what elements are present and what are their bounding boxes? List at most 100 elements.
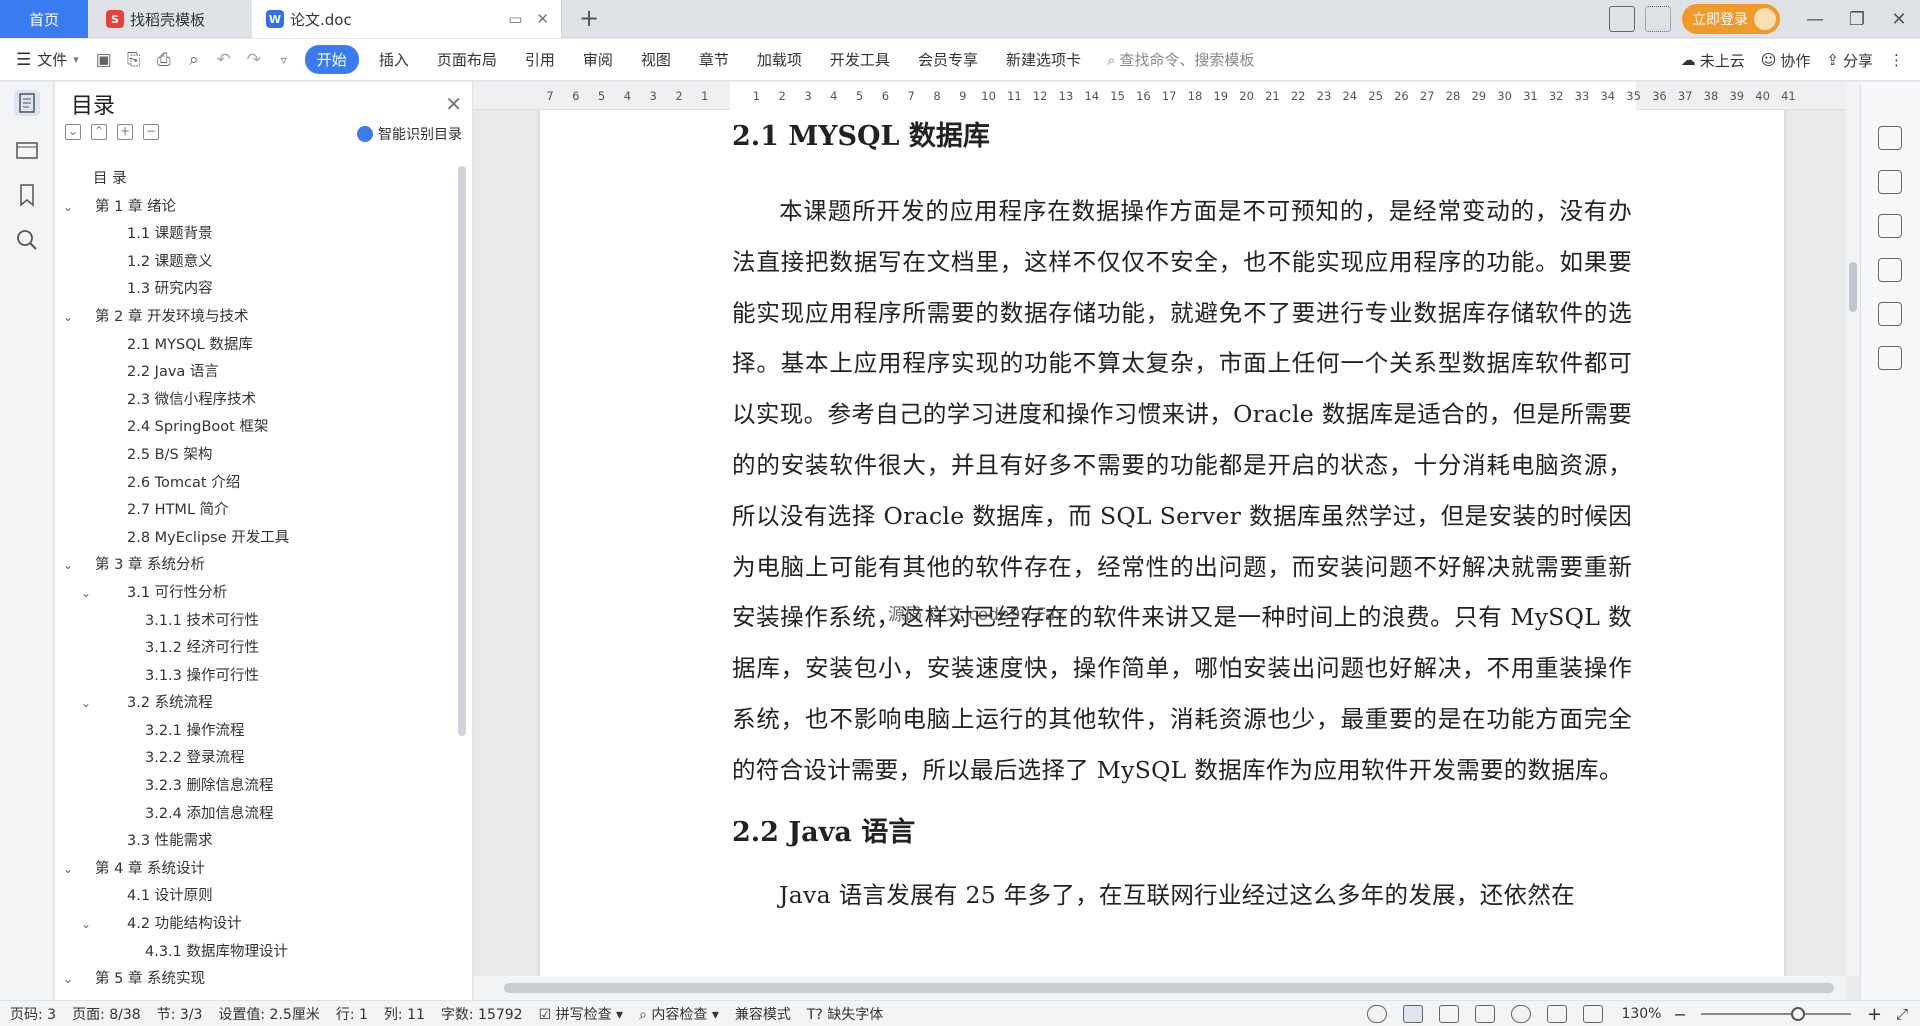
- expand-caret-icon[interactable]: ⌄: [61, 194, 75, 222]
- add-heading-icon[interactable]: +: [117, 124, 133, 140]
- toc-item[interactable]: 1.2 课题意义: [55, 249, 447, 277]
- expand-caret-icon[interactable]: ⌄: [61, 856, 75, 884]
- ribbon-tab-references[interactable]: 引用: [511, 49, 569, 70]
- tab-template[interactable]: S 找稻壳模板: [88, 0, 251, 38]
- toc-item[interactable]: 目 录: [55, 166, 447, 194]
- toc-item[interactable]: 3.1.3 操作可行性: [55, 663, 447, 691]
- toc-item[interactable]: 4.1 设计原则: [55, 883, 447, 911]
- print-icon[interactable]: ⎙: [153, 49, 175, 71]
- toc-nav-icon[interactable]: [14, 90, 40, 116]
- close-window-icon[interactable]: ✕: [1878, 0, 1920, 38]
- toc-item[interactable]: ⌄ 第 1 章 绪论: [55, 194, 447, 222]
- fit-page-icon[interactable]: [1583, 1005, 1604, 1023]
- zoom-in-icon[interactable]: +: [1867, 1004, 1882, 1025]
- toc-item[interactable]: ⌄ 第 4 章 系统设计: [55, 856, 447, 884]
- bookmark-icon[interactable]: [14, 182, 40, 208]
- ribbon-tab-review[interactable]: 审阅: [569, 49, 627, 70]
- content-check-button[interactable]: ⌕ 内容检查 ▾: [639, 1004, 719, 1024]
- ribbon-tab-start[interactable]: 开始: [304, 45, 359, 74]
- ribbon-tab-developer[interactable]: 开发工具: [816, 49, 904, 70]
- toc-item[interactable]: ⌄ 第 5 章 系统实现: [55, 966, 447, 994]
- close-tab-icon[interactable]: ✕: [536, 10, 549, 28]
- print-preview-icon[interactable]: ⌕: [183, 49, 205, 71]
- share-button[interactable]: ⇪ 分享: [1826, 50, 1873, 71]
- collapse-all-icon[interactable]: ⌄: [65, 124, 81, 140]
- toc-item[interactable]: 2.5 B/S 架构: [55, 442, 447, 470]
- eye-protection-icon[interactable]: [1367, 1005, 1388, 1023]
- page-content[interactable]: 2.1 MYSQL 数据库 本课题所开发的应用程序在数据操作方面是不可预知的，是…: [732, 110, 1632, 920]
- document-area[interactable]: 2.1 MYSQL 数据库 本课题所开发的应用程序在数据操作方面是不可预知的，是…: [474, 110, 1846, 976]
- reader-icon[interactable]: [1878, 346, 1902, 370]
- toc-item[interactable]: 1.1 课题背景: [55, 221, 447, 249]
- layout-icon[interactable]: [1609, 6, 1635, 32]
- restore-icon[interactable]: ❐: [1836, 0, 1878, 38]
- document-page[interactable]: 2.1 MYSQL 数据库 本课题所开发的应用程序在数据操作方面是不可预知的，是…: [540, 110, 1784, 976]
- redo-icon[interactable]: ↷: [243, 49, 265, 71]
- page-view-icon[interactable]: [1403, 1005, 1424, 1023]
- fullscreen-icon[interactable]: ⤢: [1896, 1005, 1908, 1023]
- zoom-slider-knob[interactable]: [1790, 1007, 1805, 1021]
- reading-view-icon[interactable]: [1475, 1005, 1496, 1023]
- toc-item[interactable]: 3.1.2 经济可行性: [55, 635, 447, 663]
- apps-grid-icon[interactable]: [1645, 6, 1671, 32]
- command-search[interactable]: ⌕ 查找命令、搜索模板: [1107, 49, 1254, 70]
- toc-item[interactable]: 2.4 SpringBoot 框架: [55, 414, 447, 442]
- toc-scrollbar[interactable]: [458, 166, 466, 736]
- ribbon-tab-view[interactable]: 视图: [627, 49, 685, 70]
- select-cursor-icon[interactable]: [1878, 170, 1902, 194]
- vertical-scrollbar[interactable]: [1846, 82, 1860, 976]
- edit-pen-icon[interactable]: [1878, 126, 1902, 150]
- toc-item[interactable]: 1.3 研究内容: [55, 276, 447, 304]
- compass-icon[interactable]: [1878, 302, 1902, 326]
- expand-caret-icon[interactable]: ⌄: [61, 552, 75, 580]
- cloud-status[interactable]: ☁ 未上云: [1681, 50, 1745, 71]
- write-view-icon[interactable]: [1547, 1005, 1568, 1023]
- status-page-code[interactable]: 页码: 3: [10, 1004, 56, 1024]
- toc-item[interactable]: 2.1 MYSQL 数据库: [55, 332, 447, 360]
- status-word-count[interactable]: 字数: 15792: [441, 1004, 523, 1024]
- toc-item[interactable]: ⌄ 3.1 可行性分析: [55, 580, 447, 608]
- toc-item[interactable]: ⌄ 第 2 章 开发环境与技术: [55, 304, 447, 332]
- toc-item[interactable]: 3.2.4 添加信息流程: [55, 801, 447, 829]
- image-tool-icon[interactable]: [1878, 258, 1902, 282]
- toc-item[interactable]: 4.3.1 数据库物理设计: [55, 939, 447, 967]
- vertical-scroll-thumb[interactable]: [1849, 262, 1857, 312]
- missing-font-button[interactable]: T? 缺失字体: [807, 1004, 883, 1024]
- ribbon-tab-new[interactable]: 新建选项卡: [992, 49, 1095, 70]
- more-quick-access-icon[interactable]: ▿: [273, 49, 295, 71]
- toc-item[interactable]: 3.2.2 登录流程: [55, 745, 447, 773]
- smart-toc-button[interactable]: 智能识别目录: [357, 124, 462, 144]
- paragraph-java[interactable]: Java 语言发展有 25 年多了，在互联网行业经过这么多年的发展，还依然在: [732, 870, 1632, 921]
- expand-caret-icon[interactable]: ⌄: [61, 966, 75, 994]
- toc-item[interactable]: 3.2.3 删除信息流程: [55, 773, 447, 801]
- heading-2-2[interactable]: 2.2 Java 语言: [732, 804, 1632, 862]
- horizontal-ruler[interactable]: 7 6 5 4 3 2 1 1 2 3 4 5 6 7 8 9 10 11 12 13 14 15 16 17 18 19 20 21…: [474, 82, 1846, 110]
- heading-2-1[interactable]: 2.1 MYSQL 数据库: [732, 110, 1632, 166]
- ribbon-tab-insert[interactable]: 插入: [365, 49, 423, 70]
- toc-item[interactable]: ⌄ 第 3 章 系统分析: [55, 552, 447, 580]
- horizontal-scroll-thumb[interactable]: [504, 983, 1834, 993]
- spell-check-button[interactable]: ☑ 拼写检查 ▾: [539, 1004, 624, 1024]
- expand-caret-icon[interactable]: ⌄: [79, 911, 93, 939]
- zoom-slider[interactable]: [1700, 1007, 1851, 1021]
- expand-caret-icon[interactable]: ⌄: [79, 690, 93, 718]
- undo-icon[interactable]: ↶: [213, 49, 235, 71]
- find-icon[interactable]: [14, 227, 40, 253]
- paragraph-mysql[interactable]: 本课题所开发的应用程序在数据操作方面是不可预知的，是经常变动的，没有办法直接把数…: [732, 186, 1632, 796]
- toc-item[interactable]: 2.8 MyEclipse 开发工具: [55, 525, 447, 553]
- toc-item[interactable]: 2.7 HTML 简介: [55, 497, 447, 525]
- tab-document[interactable]: W 论文.doc ▭ ✕: [252, 0, 562, 38]
- status-page[interactable]: 页面: 8/38: [72, 1004, 141, 1024]
- minimize-icon[interactable]: —: [1794, 0, 1836, 38]
- more-options-icon[interactable]: ⋮: [1889, 51, 1904, 69]
- file-menu[interactable]: ☰ 文件 ▾: [0, 49, 89, 70]
- adjust-sliders-icon[interactable]: [1878, 214, 1902, 238]
- zoom-out-icon[interactable]: −: [1673, 1005, 1686, 1024]
- toc-item[interactable]: 3.2.1 操作流程: [55, 718, 447, 746]
- export-icon[interactable]: ⎘: [123, 49, 145, 71]
- ribbon-tab-layout[interactable]: 页面布局: [423, 49, 511, 70]
- zoom-level[interactable]: 130%: [1621, 1006, 1661, 1022]
- toc-item[interactable]: ⌄ 3.2 系统流程: [55, 690, 447, 718]
- collab-button[interactable]: ☺ 协作: [1761, 50, 1811, 71]
- tab-home[interactable]: 首页: [0, 0, 88, 38]
